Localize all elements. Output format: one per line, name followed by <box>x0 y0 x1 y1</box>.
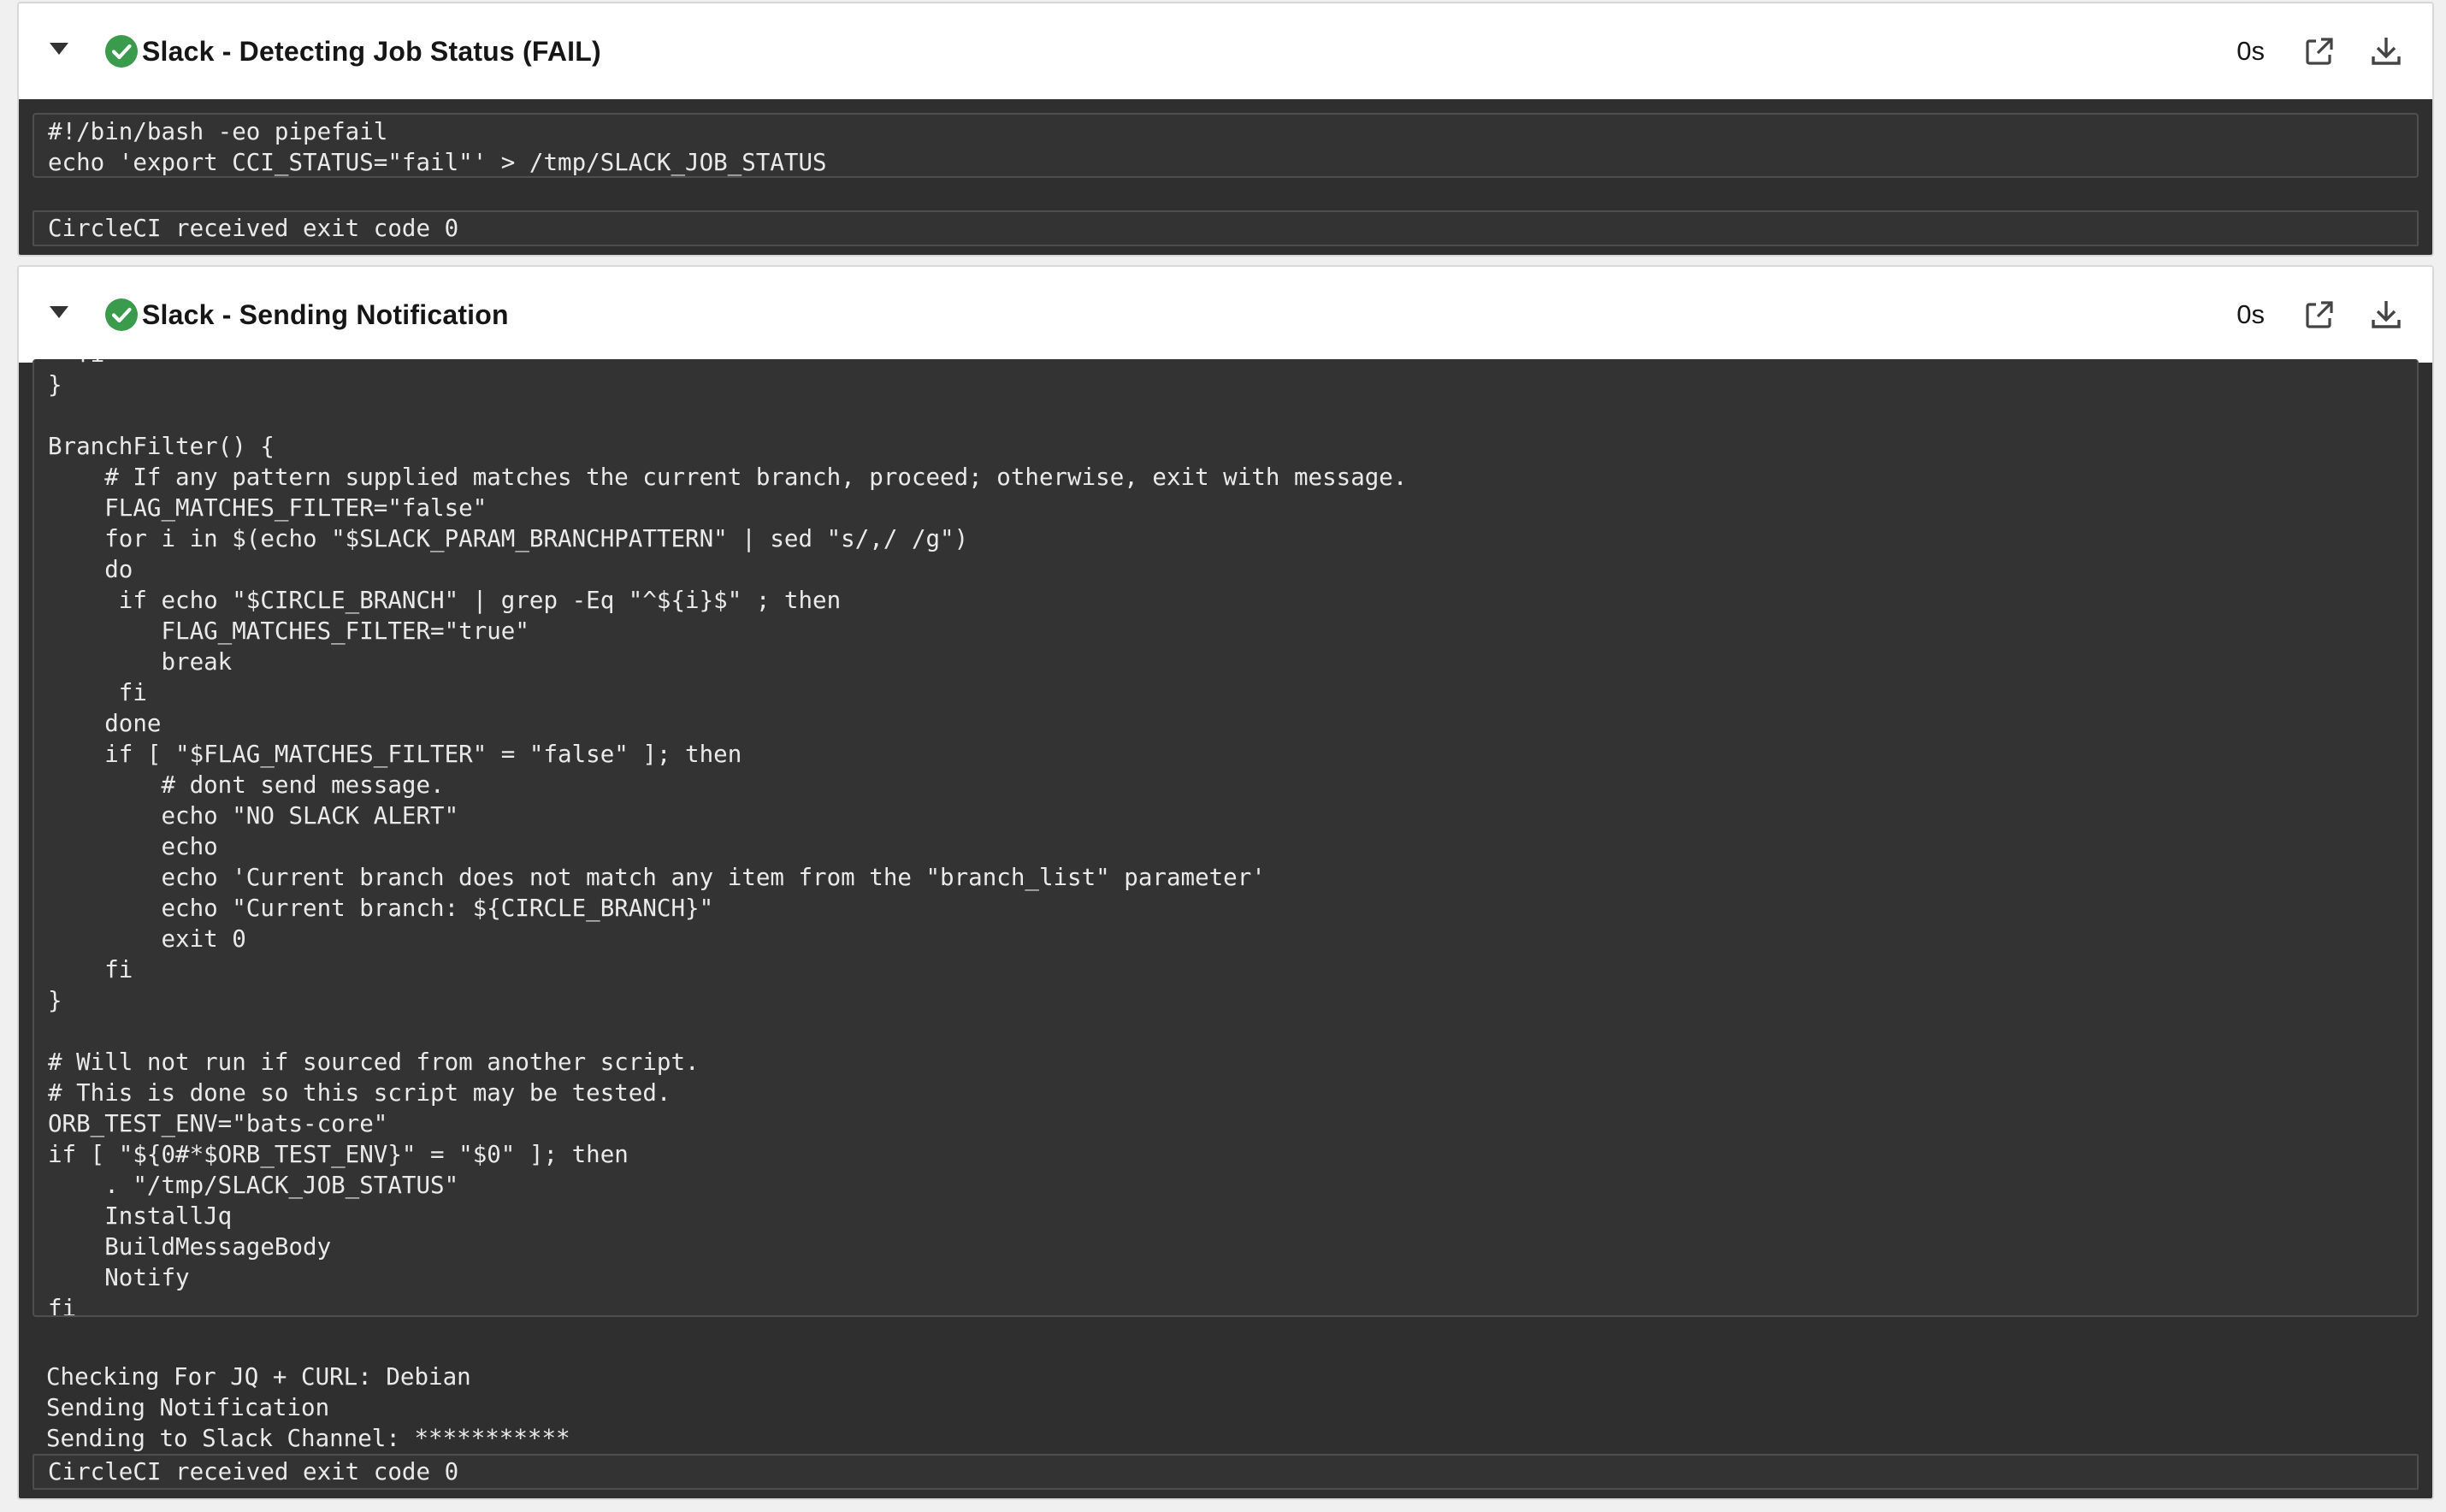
script-block: #!/bin/bash -eo pipefail echo 'export CC… <box>32 113 2419 178</box>
step-duration: 0s <box>2236 36 2265 66</box>
step-duration: 0s <box>2236 299 2265 329</box>
exit-code-text: CircleCI received exit code 0 <box>48 215 459 242</box>
step-output-panel: #!/bin/bash -eo pipefail echo 'export CC… <box>19 99 2432 255</box>
step-title: Slack - Sending Notification <box>142 299 509 330</box>
step-title: Slack - Detecting Job Status (FAIL) <box>142 36 601 67</box>
script-text: } BranchFilter() { # If any pattern supp… <box>48 371 1408 1317</box>
collapse-toggle-icon[interactable] <box>50 306 68 318</box>
script-text: #!/bin/bash -eo pipefail echo 'export CC… <box>48 118 827 176</box>
open-in-new-tab-icon[interactable] <box>2299 31 2340 72</box>
exit-code-bar: CircleCI received exit code 0 <box>32 210 2419 246</box>
step-output-panel: fi } BranchFilter() { # If any pattern s… <box>19 359 2432 1498</box>
download-icon[interactable] <box>2366 294 2407 335</box>
exit-code-text: CircleCI received exit code 0 <box>48 1458 459 1485</box>
open-in-new-tab-icon[interactable] <box>2299 294 2340 335</box>
step-output-text: Checking For JQ + CURL: Debian Sending N… <box>46 1363 570 1452</box>
step-sending-notification: Slack - Sending Notification 0s fi } Bra… <box>17 265 2434 1500</box>
exit-code-bar: CircleCI received exit code 0 <box>32 1454 2419 1490</box>
download-icon[interactable] <box>2366 31 2407 72</box>
collapse-toggle-icon[interactable] <box>50 43 68 55</box>
step-header[interactable]: Slack - Sending Notification 0s <box>19 267 2432 363</box>
script-block[interactable]: fi } BranchFilter() { # If any pattern s… <box>32 359 2419 1317</box>
script-partial-line: fi <box>48 359 104 369</box>
step-detecting-job-status: Slack - Detecting Job Status (FAIL) 0s #… <box>17 2 2434 257</box>
step-header[interactable]: Slack - Detecting Job Status (FAIL) 0s <box>19 3 2432 99</box>
